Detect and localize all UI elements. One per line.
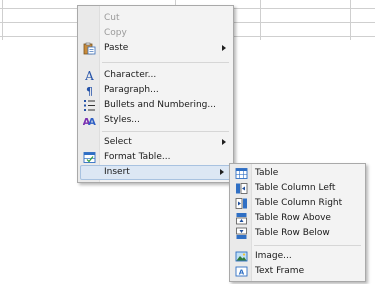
menu-item-styles[interactable]: A A Styles... [79,113,232,128]
submenu-item-table-row-above[interactable]: Table Row Above [231,211,364,226]
insert-submenu: Table Table Column Left Table Column Rig… [229,163,366,282]
menu-item-paste[interactable]: Paste [79,41,232,56]
menu-item-bullets-numbering[interactable]: Bullets and Numbering... [79,98,232,113]
menu-item-label: Text Frame [255,266,305,276]
svg-text:A: A [84,69,94,82]
submenu-item-text-frame[interactable]: A Text Frame [231,264,364,279]
submenu-arrow-icon [220,169,224,175]
image-icon [234,250,248,263]
table-column-line [2,0,3,40]
menu-item-label: Table Column Right [255,198,343,208]
menu-item-label: Character... [104,70,157,80]
menu-item-label: Table Column Left [255,183,336,193]
menu-item-label: Image... [255,251,292,261]
menu-item-paragraph[interactable]: ¶ Paragraph... [79,83,232,98]
menu-separator [102,131,229,132]
menu-item-select[interactable]: Select [79,135,232,150]
menu-separator [102,62,229,63]
menu-separator [254,245,361,246]
row-above-icon [234,212,248,225]
table-column-line [350,0,351,40]
svg-text:¶: ¶ [86,85,93,97]
menu-item-label: Styles... [104,115,140,125]
table-icon [234,167,248,180]
styles-icon: A A [82,114,96,127]
menu-item-label: Paste [104,43,129,53]
svg-text:A: A [88,117,96,127]
submenu-arrow-icon [222,139,226,145]
context-menu: Cut Copy Paste A Character... ¶ Paragrap… [77,5,234,183]
menu-item-insert[interactable]: Insert [80,165,231,180]
menu-item-character[interactable]: A Character... [79,68,232,83]
submenu-arrow-icon [222,45,226,51]
menu-item-label: Select [104,137,132,147]
svg-text:A: A [238,269,244,277]
menu-item-label: Table Row Below [255,228,330,238]
menu-item-label: Format Table... [104,152,171,162]
menu-item-label: Cut [104,13,120,23]
submenu-item-table[interactable]: Table [231,166,364,181]
menu-item-format-table[interactable]: Format Table... [79,150,232,165]
text-frame-icon: A [234,265,248,278]
menu-item-label: Bullets and Numbering... [104,100,216,110]
table-column-line [260,0,261,40]
menu-item-label: Paragraph... [104,85,159,95]
column-right-icon [234,197,248,210]
submenu-item-table-row-below[interactable]: Table Row Below [231,226,364,241]
bullets-icon [82,99,96,112]
character-icon: A [82,69,96,82]
menu-item-cut[interactable]: Cut [79,11,232,26]
submenu-item-table-column-left[interactable]: Table Column Left [231,181,364,196]
paragraph-icon: ¶ [82,84,96,97]
menu-item-label: Copy [104,28,127,38]
format-table-icon [82,151,96,164]
paste-icon [82,42,96,55]
menu-item-label: Table [255,168,279,178]
submenu-item-image[interactable]: Image... [231,249,364,264]
submenu-item-table-column-right[interactable]: Table Column Right [231,196,364,211]
menu-item-copy[interactable]: Copy [79,26,232,41]
menu-item-label: Insert [104,167,130,177]
row-below-icon [234,227,248,240]
menu-item-label: Table Row Above [255,213,331,223]
column-left-icon [234,182,248,195]
